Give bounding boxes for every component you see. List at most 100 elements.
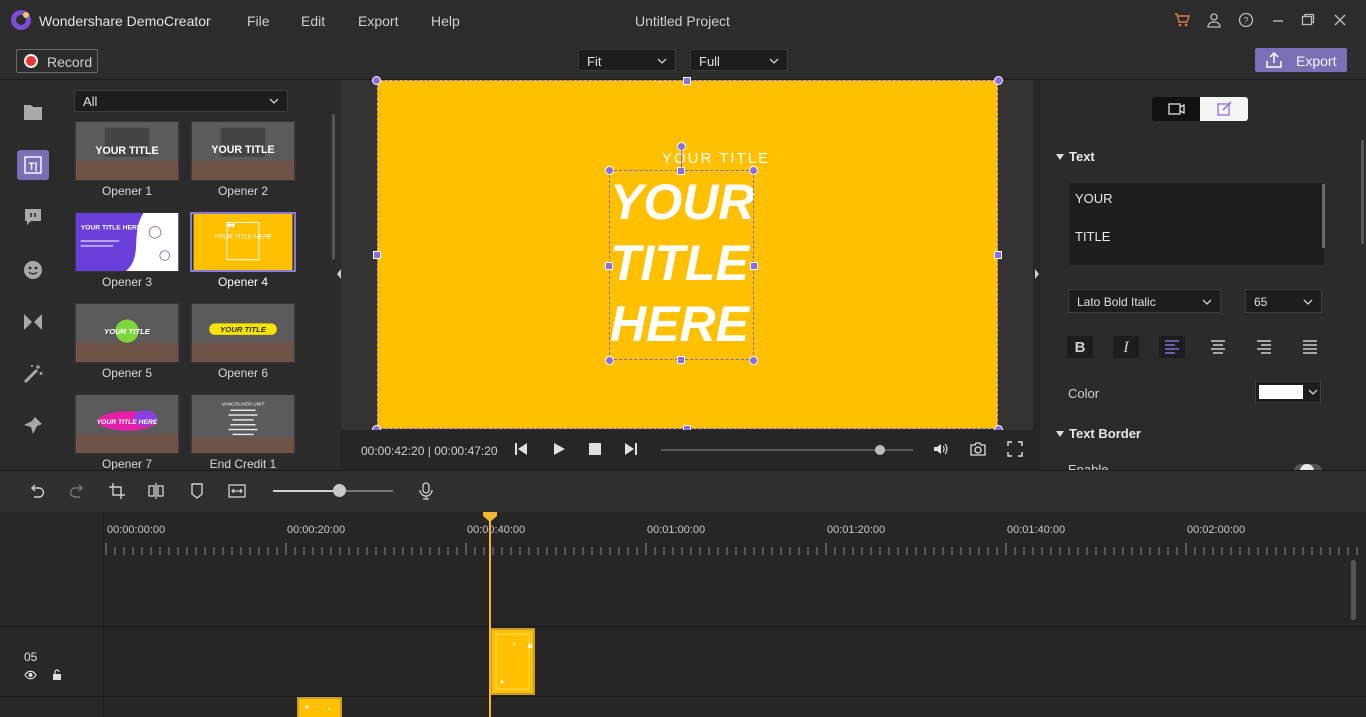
collapse-caret-icon[interactable] — [1055, 152, 1065, 162]
play-icon[interactable] — [551, 441, 567, 457]
folder-icon[interactable] — [21, 100, 45, 124]
text-content-editor[interactable]: YOUR TITLE — [1070, 183, 1324, 265]
canvas-resize-handle[interactable] — [994, 251, 1002, 259]
color-picker[interactable] — [1255, 381, 1321, 403]
redo-icon[interactable] — [68, 482, 86, 500]
fit-dropdown[interactable]: Fit — [578, 49, 676, 71]
library-item-opener-6[interactable]: YOUR TITLE — [190, 303, 296, 363]
library-item-opener-1[interactable]: YOUR TITLE — [74, 121, 180, 181]
quality-dropdown[interactable]: Full — [690, 49, 788, 71]
next-frame-icon[interactable] — [623, 441, 639, 457]
resize-handle[interactable] — [605, 166, 614, 175]
resize-handle[interactable] — [749, 166, 758, 175]
properties-scrollbar[interactable] — [1361, 140, 1364, 244]
canvas-resize-handle[interactable] — [683, 77, 691, 85]
align-left-button[interactable] — [1159, 336, 1185, 358]
close-icon[interactable] — [1332, 12, 1348, 28]
snapshot-camera-icon[interactable] — [970, 441, 986, 457]
thumb-text: YOUR TITLE — [220, 325, 267, 334]
playhead-handle[interactable] — [483, 512, 497, 522]
fit-timeline-icon[interactable] — [228, 482, 246, 500]
timeline-clip[interactable] — [490, 628, 535, 695]
library-item-opener-4[interactable]: YOUR TITLE HERE — [190, 212, 296, 272]
tab-text-properties[interactable] — [1200, 97, 1248, 121]
app-name: Wondershare DemoCreator — [39, 13, 211, 29]
menu-help[interactable]: Help — [431, 13, 460, 29]
align-center-button[interactable] — [1205, 336, 1231, 358]
canvas-resize-handle[interactable] — [372, 76, 381, 85]
tab-video-properties[interactable] — [1152, 97, 1200, 121]
volume-icon[interactable] — [932, 441, 948, 457]
collapse-caret-icon[interactable] — [1055, 429, 1065, 439]
eye-icon[interactable] — [24, 669, 37, 681]
unlock-icon[interactable] — [52, 669, 62, 681]
timeline-scrollbar[interactable] — [1351, 560, 1356, 620]
library-item-opener-5[interactable]: YOUR TITLE — [74, 303, 180, 363]
previous-frame-icon[interactable] — [513, 441, 529, 457]
effects-wand-icon[interactable] — [21, 362, 45, 386]
nav-text-tab[interactable]: T| — [17, 150, 49, 180]
undo-icon[interactable] — [28, 482, 46, 500]
chevron-down-icon — [1303, 297, 1313, 307]
track-label: 05 — [24, 650, 38, 664]
resize-handle[interactable] — [750, 262, 758, 270]
democreator-logo-icon — [10, 9, 32, 31]
resize-handle[interactable] — [677, 167, 685, 175]
preview-small-title[interactable]: YOUR TITLE — [662, 150, 770, 167]
minimize-icon[interactable] — [1270, 12, 1286, 28]
cursor-effect-icon[interactable] — [21, 414, 45, 438]
properties-panel — [1040, 80, 1366, 470]
resize-handle[interactable] — [749, 356, 758, 365]
zoom-slider-knob[interactable] — [333, 484, 346, 497]
fullscreen-icon[interactable] — [1007, 441, 1023, 457]
crop-icon[interactable] — [108, 482, 126, 500]
ruler-ticks[interactable] — [104, 543, 1366, 555]
library-item-opener-2[interactable]: YOUR TITLE — [190, 121, 296, 181]
cart-icon[interactable] — [1174, 12, 1190, 28]
annotation-icon[interactable] — [21, 205, 45, 229]
bold-button[interactable]: B — [1067, 336, 1093, 358]
sticker-icon[interactable] — [21, 258, 45, 282]
canvas-resize-handle[interactable] — [373, 251, 381, 259]
italic-button[interactable]: I — [1113, 336, 1139, 358]
library-filter-dropdown[interactable]: All — [74, 90, 288, 112]
ruler-label: 00:00:00:00 — [107, 524, 166, 536]
split-icon[interactable] — [147, 482, 165, 500]
resize-handle[interactable] — [677, 356, 685, 364]
align-justify-button[interactable] — [1297, 336, 1323, 358]
record-button[interactable]: Record — [16, 49, 98, 73]
maximize-icon[interactable] — [1300, 12, 1316, 28]
align-right-button[interactable] — [1251, 336, 1277, 358]
menu-file[interactable]: File — [247, 13, 270, 29]
menu-edit[interactable]: Edit — [301, 13, 325, 29]
resize-handle[interactable] — [605, 262, 613, 270]
library-item-opener-3[interactable]: YOUR TITLE HERE — [74, 212, 180, 272]
export-label: Export — [1296, 53, 1337, 69]
library-item-opener-7[interactable]: YOUR TITLE HERE — [74, 394, 180, 454]
timeline-clip[interactable] — [297, 697, 342, 717]
ruler-label: 00:01:40:00 — [1007, 524, 1066, 536]
font-size-dropdown[interactable]: 65 — [1245, 289, 1322, 313]
canvas-resize-handle[interactable] — [994, 76, 1003, 85]
enable-toggle[interactable] — [1294, 462, 1322, 470]
library-scrollbar[interactable] — [332, 114, 335, 260]
svg-text:T|: T| — [29, 162, 38, 173]
rotate-handle-stem — [681, 150, 682, 168]
microphone-icon[interactable] — [417, 482, 435, 500]
account-icon[interactable] — [1206, 12, 1222, 28]
ruler-label: 00:01:00:00 — [647, 524, 706, 536]
marker-icon[interactable] — [188, 482, 206, 500]
help-icon[interactable]: ? — [1238, 12, 1254, 28]
ruler-label: 00:00:20:00 — [287, 524, 346, 536]
library-item-label: End Credit 1 — [209, 457, 277, 471]
export-button[interactable]: Export — [1255, 48, 1347, 72]
collapse-left-icon[interactable] — [336, 268, 342, 280]
menu-export[interactable]: Export — [358, 13, 398, 29]
transition-icon[interactable] — [21, 310, 45, 334]
svg-text:I: I — [1122, 339, 1129, 356]
editor-scrollbar[interactable] — [1322, 184, 1325, 248]
library-item-end-credit-1[interactable]: VANCOUVER UNIT — [190, 394, 296, 454]
stop-icon[interactable] — [587, 441, 603, 457]
resize-handle[interactable] — [605, 356, 614, 365]
font-family-dropdown[interactable]: Lato Bold Italic — [1068, 289, 1221, 313]
